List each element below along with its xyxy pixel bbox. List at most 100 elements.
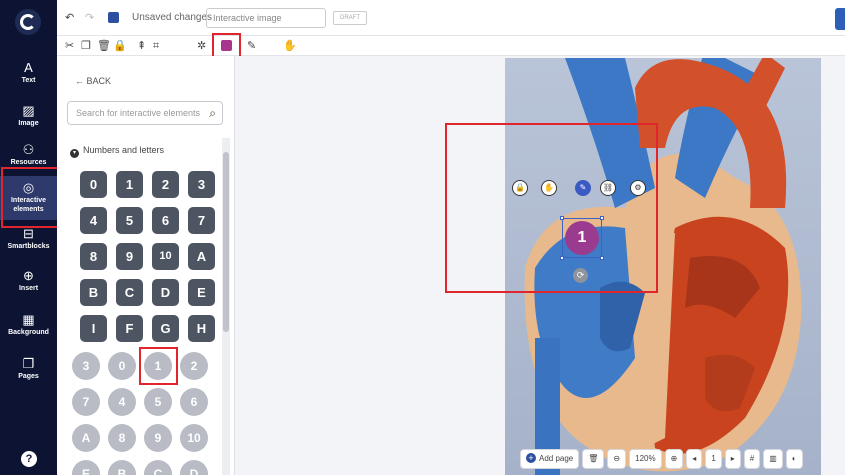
text-icon: A (24, 60, 33, 75)
image-icon: ▨ (22, 103, 35, 118)
round-number-tile[interactable]: 8 (108, 424, 136, 452)
rail-item-pages[interactable]: ❐ Pages (0, 356, 57, 381)
selected-number-badge[interactable]: 1 (565, 221, 599, 255)
resources-icon: ⚇ (22, 142, 35, 157)
number-letter-tile[interactable]: 1 (116, 171, 143, 198)
next-page-icon[interactable]: ▸ (724, 449, 741, 469)
round-number-tile[interactable]: 6 (180, 388, 208, 416)
help-icon[interactable]: ? (21, 451, 37, 467)
publish-button[interactable] (835, 8, 845, 30)
round-number-tile[interactable]: 2 (180, 352, 208, 380)
number-letter-tile[interactable]: 4 (80, 207, 107, 234)
round-number-tile[interactable]: B (108, 460, 136, 475)
rail-item-background[interactable]: ▦ Background (0, 312, 57, 337)
crop-icon[interactable]: ⌗ (153, 40, 159, 52)
number-letter-tile[interactable]: 5 (116, 207, 143, 234)
unsaved-status: Unsaved changes (132, 12, 213, 23)
pages-icon: ❐ (22, 356, 35, 371)
rail-item-text[interactable]: A Text (0, 60, 57, 85)
delete-icon[interactable]: 🗑 (97, 40, 111, 52)
cut-icon[interactable]: ✂ (65, 40, 74, 52)
number-letter-tile[interactable]: E (188, 279, 215, 306)
number-letter-tile[interactable]: C (116, 279, 143, 306)
smartblocks-icon: ⊟ (23, 226, 34, 241)
lock-icon[interactable]: 🔒 (512, 180, 528, 196)
undo-icon[interactable]: ↶ (65, 12, 74, 24)
title-input[interactable]: Interactive image (206, 8, 326, 28)
lock-icon[interactable]: 🔒 (113, 40, 127, 52)
hand-icon[interactable]: ✋ (541, 180, 557, 196)
insert-icon: ⊕ (23, 268, 34, 283)
number-letter-tile[interactable]: 8 (80, 243, 107, 270)
effects-icon[interactable]: ✲ (197, 40, 206, 52)
number-letter-tile[interactable]: 2 (152, 171, 179, 198)
hand-icon[interactable]: ✋ (283, 40, 297, 52)
logo-icon (20, 14, 36, 30)
number-letter-tile[interactable]: 0 (80, 171, 107, 198)
copy-icon[interactable]: ❐ (81, 40, 91, 52)
link-icon[interactable]: ⛓ (600, 180, 616, 196)
rotate-icon[interactable]: ⟳ (573, 268, 588, 283)
rail-item-resources[interactable]: ⚇ Resources (0, 142, 57, 167)
number-letter-tile[interactable]: 3 (188, 171, 215, 198)
number-letter-tile[interactable]: 6 (152, 207, 179, 234)
back-button[interactable]: ← BACK (75, 76, 111, 86)
round-number-tile[interactable]: 0 (108, 352, 136, 380)
settings-icon[interactable]: ⚙ (630, 180, 646, 196)
resize-handle[interactable] (560, 216, 564, 220)
round-number-tile[interactable]: D (180, 460, 208, 475)
round-number-tile[interactable]: E (72, 460, 100, 475)
interaction-icon[interactable]: ✎ (575, 180, 591, 196)
background-icon: ▦ (22, 312, 35, 327)
highlight-tile-1 (139, 347, 178, 385)
round-number-tile[interactable]: C (144, 460, 172, 475)
search-input[interactable]: Search for interactive elements ⌕ (67, 101, 223, 125)
page-number[interactable]: 1 (705, 449, 722, 469)
number-letter-tile[interactable]: H (188, 315, 215, 342)
redo-icon[interactable]: ↷ (85, 12, 94, 24)
number-letter-tile[interactable]: 10 (152, 243, 179, 270)
round-number-tile[interactable]: 10 (180, 424, 208, 452)
magic-icon[interactable]: ✎ (247, 40, 256, 52)
highlight-selected-element (445, 123, 658, 293)
layer-icon[interactable]: ⇞ (137, 40, 146, 52)
trash-icon[interactable]: 🗑 (582, 449, 605, 469)
round-number-tile[interactable]: 5 (144, 388, 172, 416)
number-letter-tile[interactable]: 7 (188, 207, 215, 234)
bottom-bar: Add page 🗑 ⊖ 120% ⊕ ◂ 1 ▸ # ▥ ◐ (520, 448, 803, 470)
resize-handle[interactable] (560, 256, 564, 260)
resize-handle[interactable] (600, 256, 604, 260)
zoom-in-icon[interactable]: ⊕ (664, 449, 684, 469)
zoom-out-icon[interactable]: ⊖ (607, 449, 627, 469)
prev-page-icon[interactable]: ◂ (686, 449, 703, 469)
collapse-icon[interactable]: ▾ (70, 149, 79, 158)
rail-item-insert[interactable]: ⊕ Insert (0, 268, 57, 293)
number-letter-tile[interactable]: B (80, 279, 107, 306)
round-number-tile[interactable]: 7 (72, 388, 100, 416)
rail-item-smartblocks[interactable]: ⊟ Smartblocks (0, 226, 57, 251)
app-logo[interactable] (15, 9, 41, 35)
number-letter-tile[interactable]: A (188, 243, 215, 270)
draft-badge: DRAFT (333, 11, 367, 25)
number-letter-tile[interactable]: D (152, 279, 179, 306)
palette-icon[interactable]: ◐ (785, 449, 803, 469)
number-letter-tile[interactable]: I (80, 315, 107, 342)
add-page-button[interactable]: Add page (520, 449, 580, 469)
round-number-tile[interactable]: 9 (144, 424, 172, 452)
resize-handle[interactable] (600, 216, 604, 220)
number-letter-tile[interactable]: G (152, 315, 179, 342)
top-bar: ↶ ↷ Unsaved changes Interactive image DR… (57, 0, 845, 36)
round-number-tile[interactable]: A (72, 424, 100, 452)
search-icon[interactable]: ⌕ (209, 106, 216, 121)
save-icon[interactable] (108, 12, 119, 23)
layout-icon[interactable]: ▥ (763, 449, 783, 469)
element-toolbar: ✂ ❐ 🗑 🔒 ⇞ ⌗ ✲ ✎ ✋ (57, 36, 845, 56)
round-number-tile[interactable]: 3 (72, 352, 100, 380)
number-letter-tile[interactable]: F (116, 315, 143, 342)
grid-icon[interactable]: # (743, 449, 761, 469)
panel-scrollbar-thumb[interactable] (223, 152, 229, 332)
zoom-level[interactable]: 120% (629, 449, 662, 469)
round-number-tile[interactable]: 4 (108, 388, 136, 416)
number-letter-tile[interactable]: 9 (116, 243, 143, 270)
rail-item-image[interactable]: ▨ Image (0, 103, 57, 128)
